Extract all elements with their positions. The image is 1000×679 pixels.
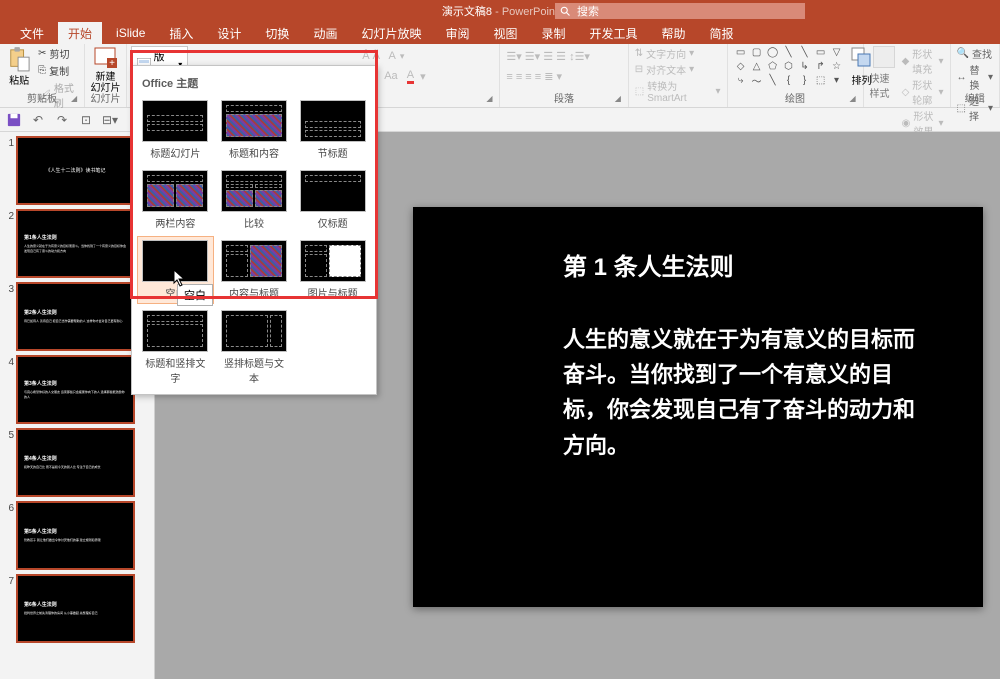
thumbnail-6[interactable]: 6第5条人生法则管教孩子 别让他们做出令你讨厌他们的事 建立规则和界限	[4, 503, 150, 568]
document-name: 演示文稿8	[442, 6, 492, 18]
redo-button[interactable]: ↷	[54, 112, 70, 128]
smartart-icon: ⬚	[635, 86, 644, 97]
shape-gallery[interactable]: ▭▢◯╲╲▭▽ ◇△⬠⬡↳↱☆ ⤷～╲{}⬚▾	[734, 46, 844, 87]
redo-icon: ↷	[57, 113, 67, 127]
copy-icon: ⎘	[38, 65, 46, 76]
edit-group-label: 编辑	[951, 90, 999, 105]
slide-body[interactable]: 人生的意义就在于为有意义的目标而奋斗。当你找到了一个有意义的目标，你会发现自己有…	[563, 322, 933, 463]
slide-title[interactable]: 第 1 条人生法则	[563, 247, 953, 282]
app-name-sep: -	[492, 6, 502, 18]
layout-dropdown-header: Office 主题	[138, 72, 370, 97]
find-button[interactable]: 🔍查找	[957, 46, 993, 61]
ribbon-tabs: 文件 开始 iSlide 插入 设计 切换 动画 幻灯片放映 审阅 视图 录制 …	[0, 22, 1000, 44]
layout-title-content[interactable]: 标题和内容	[217, 97, 292, 163]
layout-picture-caption[interactable]: 图片与标题	[295, 237, 370, 303]
tab-home[interactable]: 开始	[58, 22, 102, 45]
more-icon: ⊟▾	[102, 113, 118, 127]
tab-design[interactable]: 设计	[207, 22, 251, 45]
search-icon	[559, 5, 571, 17]
draw-group-label: 绘图	[728, 90, 863, 105]
layout-title-vertical-text[interactable]: 标题和竖排文字	[138, 307, 213, 388]
thumbnail-1[interactable]: 1《人生十二法则》读书笔记	[4, 138, 150, 203]
layout-title-slide[interactable]: 标题幻灯片	[138, 97, 213, 163]
effects-icon: ◉	[902, 118, 911, 129]
search-placeholder: 搜索	[577, 3, 599, 19]
layout-two-content[interactable]: 两栏内容	[138, 167, 213, 233]
tab-review[interactable]: 审阅	[435, 22, 479, 45]
scissors-icon: ✂	[38, 48, 46, 59]
slideshow-button[interactable]: ⊡	[78, 112, 94, 128]
tab-transition[interactable]: 切换	[255, 22, 299, 45]
quickstyle-icon	[873, 46, 895, 68]
tab-file[interactable]: 文件	[10, 22, 54, 45]
save-icon	[7, 113, 21, 127]
shape-fill-button: ◆形状填充▾	[902, 46, 944, 76]
tab-slideshow[interactable]: 幻灯片放映	[351, 22, 431, 45]
group-editing: 🔍查找 ↔替换▾ ⬚选择▾ 编辑	[951, 44, 1000, 107]
shape-outline-button: ◇形状轮廓▾	[902, 77, 944, 107]
cut-button[interactable]: ✂剪切	[38, 46, 78, 61]
layout-content-caption[interactable]: 内容与标题	[217, 237, 292, 303]
slides-group-label: 幻灯片	[85, 90, 126, 105]
layout-title-only[interactable]: 仅标题	[295, 167, 370, 233]
thumbnail-7[interactable]: 7第6条人生法则批判世界之前先清理你的房间 从小事做起 先整理好自己	[4, 576, 150, 641]
draw-launcher[interactable]: ◢	[850, 94, 860, 104]
paste-label: 粘贴	[9, 72, 29, 87]
group-para-extras: ⇅文字方向▾ ⊟对齐文本▾ ⬚转换为 SmartArt▾	[629, 44, 728, 107]
layout-vertical-title-text[interactable]: 竖排标题与文本	[217, 307, 292, 388]
undo-button[interactable]: ↶	[30, 112, 46, 128]
tab-briefing[interactable]: 简报	[700, 22, 744, 45]
group-paragraph: ☰▾ ☰▾ ☰ ☰ ↕☰▾ ≡ ≡ ≡ ≡ ≣ ▾ 段落 ◢	[500, 44, 628, 107]
tab-developer[interactable]: 开发工具	[580, 22, 648, 45]
search-box[interactable]: 搜索	[555, 3, 805, 19]
tab-view[interactable]: 视图	[483, 22, 527, 45]
font-launcher[interactable]: ◢	[486, 94, 496, 104]
new-slide-icon: +	[93, 46, 117, 72]
tab-help[interactable]: 帮助	[652, 22, 696, 45]
tab-islide[interactable]: iSlide	[106, 23, 155, 43]
copy-button[interactable]: ⎘复制	[38, 63, 78, 78]
new-slide-button[interactable]: + 新建 幻灯片	[90, 46, 120, 94]
para-group-label: 段落	[500, 90, 627, 105]
clipboard-launcher[interactable]: ◢	[71, 94, 81, 104]
svg-text:+: +	[110, 58, 116, 69]
doc-title: 演示文稿8 - PowerPoint	[442, 3, 558, 19]
quickstyle-button[interactable]: 快速样式	[870, 46, 898, 138]
thumbnail-4[interactable]: 4第3条人生法则与真心希望你好的人交朋友 远离那些只会拖累你向下的人 选择那些能…	[4, 357, 150, 422]
group-slides: + 新建 幻灯片 幻灯片	[85, 44, 127, 107]
more-button[interactable]: ⊟▾	[102, 112, 118, 128]
app-name: PowerPoint	[502, 6, 558, 18]
para-launcher[interactable]: ◢	[615, 94, 625, 104]
group-shape-format: 快速样式 ◆形状填充▾ ◇形状轮廓▾ ◉形状效果▾	[864, 44, 951, 107]
layout-section-header[interactable]: 节标题	[295, 97, 370, 163]
paste-button[interactable]: 粘贴	[6, 46, 32, 94]
replace-icon: ↔	[957, 72, 967, 83]
slide-canvas[interactable]: 第 1 条人生法则 人生的意义就在于为有意义的目标而奋斗。当你找到了一个有意义的…	[413, 207, 983, 607]
thumbnail-3[interactable]: 3第2条人生法则待已如待人 善待自己 把自己当作需要帮助的人 这样你才会对自己更…	[4, 284, 150, 349]
group-drawing: ▭▢◯╲╲▭▽ ◇△⬠⬡↳↱☆ ⤷～╲{}⬚▾ 排列 绘图 ◢	[728, 44, 864, 107]
thumbnail-5[interactable]: 5第4条人生法则和昨天的自己比 而不是和今天的别人比 专注于自己的成长	[4, 430, 150, 495]
align-text-button: ⊟对齐文本▾	[635, 62, 721, 77]
find-icon: 🔍	[957, 48, 969, 59]
replace-button[interactable]: ↔替换▾	[957, 62, 993, 92]
smartart-button: ⬚转换为 SmartArt▾	[635, 78, 721, 104]
tab-record[interactable]: 录制	[532, 22, 576, 45]
layout-dropdown: Office 主题 标题幻灯片 标题和内容 节标题 两栏内容 比较 仅标题 空白…	[131, 65, 377, 395]
text-direction-icon: ⇅	[635, 48, 643, 59]
group-clipboard: 粘贴 ✂剪切 ⎘复制 🖌格式刷 剪贴板 ◢	[0, 44, 85, 107]
layout-comparison[interactable]: 比较	[217, 167, 292, 233]
align-text-icon: ⊟	[635, 64, 643, 75]
fill-icon: ◆	[902, 56, 910, 67]
save-button[interactable]	[6, 112, 22, 128]
undo-icon: ↶	[33, 113, 43, 127]
tab-insert[interactable]: 插入	[159, 22, 203, 45]
thumbnail-2[interactable]: 2第1条人生法则人生的意义就在于为有意义的目标而奋斗。当你找到了一个有意义的目标…	[4, 211, 150, 276]
play-icon: ⊡	[81, 113, 91, 127]
text-direction-button: ⇅文字方向▾	[635, 46, 721, 61]
tab-animation[interactable]: 动画	[303, 22, 347, 45]
layout-tooltip: 空白	[177, 284, 213, 306]
paste-icon	[8, 46, 30, 72]
outline-icon: ◇	[902, 87, 910, 98]
titlebar: 演示文稿8 - PowerPoint 搜索	[0, 0, 1000, 22]
